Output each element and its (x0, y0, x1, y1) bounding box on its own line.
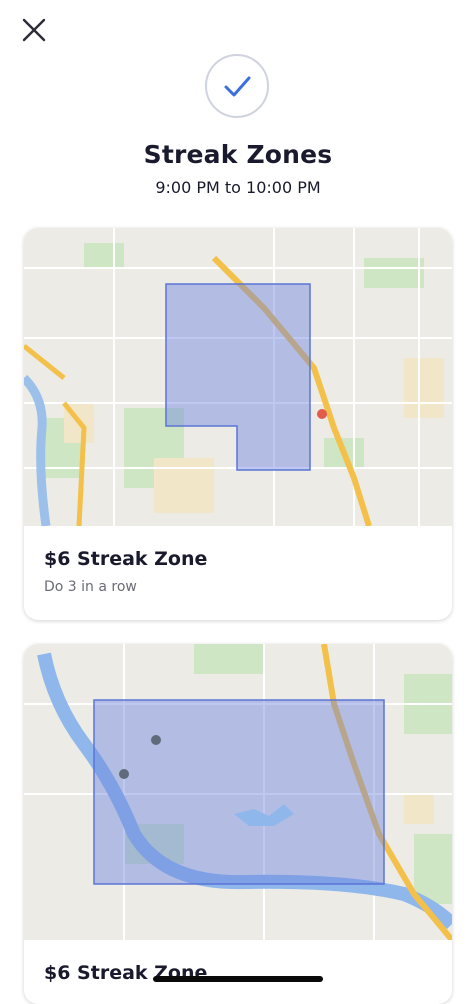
zone-map[interactable] (24, 644, 452, 940)
zone-map[interactable] (24, 228, 452, 526)
home-indicator[interactable] (153, 976, 323, 982)
streak-zone-card[interactable]: $6 Streak Zone (24, 644, 452, 1004)
streak-zone-card[interactable]: $6 Streak Zone Do 3 in a row (24, 228, 452, 620)
success-badge (205, 54, 269, 118)
page-title: Streak Zones (143, 140, 333, 169)
zone-subtitle: Do 3 in a row (44, 579, 137, 595)
zone-title: $6 Streak Zone (44, 548, 208, 570)
checkmark-icon (224, 76, 251, 97)
close-button[interactable] (18, 14, 50, 46)
close-icon (22, 18, 46, 42)
time-range: 9:00 PM to 10:00 PM (155, 178, 321, 197)
